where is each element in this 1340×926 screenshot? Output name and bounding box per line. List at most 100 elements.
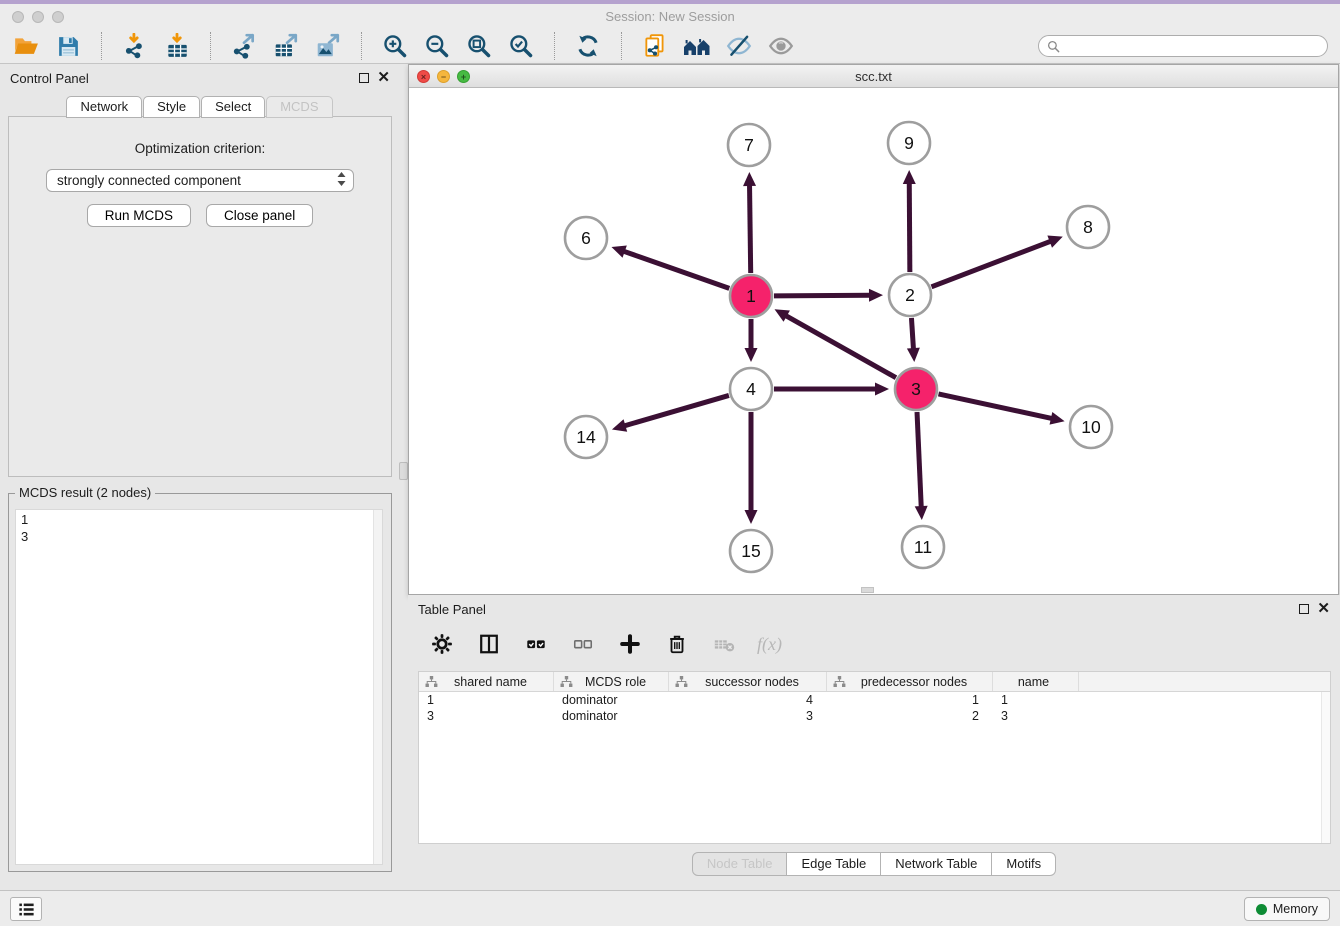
edge-arrowhead xyxy=(915,506,928,520)
graph-node-label: 11 xyxy=(914,537,932,557)
task-history-button[interactable] xyxy=(10,897,42,921)
search-field[interactable] xyxy=(1038,35,1328,57)
show-all-icon[interactable] xyxy=(767,32,795,60)
column-header[interactable]: name xyxy=(993,672,1079,691)
tab-network[interactable]: Network xyxy=(66,96,142,118)
edge-3-11[interactable] xyxy=(917,412,921,508)
tab-style[interactable]: Style xyxy=(143,96,200,118)
split-table-icon[interactable] xyxy=(475,630,503,658)
search-input[interactable] xyxy=(1065,38,1319,54)
column-header[interactable]: successor nodes xyxy=(669,672,827,691)
toolbar-separator xyxy=(554,32,555,60)
table-cell[interactable]: 3 xyxy=(993,709,1079,723)
edge-1-6[interactable] xyxy=(623,251,730,288)
first-neighbors-icon[interactable] xyxy=(683,32,711,60)
delete-table-icon[interactable] xyxy=(663,630,691,658)
table-cell[interactable]: 3 xyxy=(669,709,827,723)
select-all-icon[interactable] xyxy=(522,630,550,658)
column-header[interactable]: MCDS role xyxy=(554,672,669,691)
tab-network-table[interactable]: Network Table xyxy=(881,852,992,876)
delete-column-icon xyxy=(710,630,738,658)
network-minimize-icon[interactable]: − xyxy=(437,70,450,83)
horizontal-split-handle[interactable] xyxy=(861,587,874,593)
add-column-icon[interactable] xyxy=(616,630,644,658)
zoom-in-icon[interactable] xyxy=(381,32,409,60)
float-panel-icon[interactable] xyxy=(359,73,369,83)
attribute-tree-icon xyxy=(425,676,438,688)
tab-mcds[interactable]: MCDS xyxy=(266,96,332,118)
export-image-icon[interactable] xyxy=(314,32,342,60)
refresh-icon[interactable] xyxy=(574,32,602,60)
table-cell[interactable]: dominator xyxy=(554,709,669,723)
network-close-icon[interactable]: × xyxy=(417,70,430,83)
close-panel-icon[interactable]: ✕ xyxy=(377,73,390,83)
tab-node-table[interactable]: Node Table xyxy=(692,852,788,876)
edge-2-3[interactable] xyxy=(911,318,913,350)
unselect-all-icon[interactable] xyxy=(569,630,597,658)
network-zoom-icon[interactable]: + xyxy=(457,70,470,83)
network-window-titlebar[interactable]: × − + scc.txt xyxy=(409,65,1338,88)
table-cell[interactable]: 1 xyxy=(827,693,993,707)
tab-motifs[interactable]: Motifs xyxy=(992,852,1056,876)
table-scrollbar[interactable] xyxy=(1321,692,1330,843)
save-session-icon[interactable] xyxy=(54,32,82,60)
table-cell[interactable]: 3 xyxy=(419,709,554,723)
zoom-selected-icon[interactable] xyxy=(507,32,535,60)
split-divider-handle[interactable] xyxy=(399,462,408,480)
export-network-icon[interactable] xyxy=(230,32,258,60)
mcds-result-area[interactable]: 1 3 xyxy=(15,509,383,865)
main-toolbar xyxy=(0,29,1340,64)
edge-2-9[interactable] xyxy=(909,182,910,272)
export-table-icon[interactable] xyxy=(272,32,300,60)
table-row[interactable]: 1dominator411 xyxy=(419,692,1330,708)
table-cell[interactable]: 2 xyxy=(827,709,993,723)
open-session-icon[interactable] xyxy=(12,32,40,60)
optimization-criterion-label: Optimization criterion: xyxy=(9,141,391,156)
hide-selected-icon[interactable] xyxy=(725,32,753,60)
graph-node-label: 8 xyxy=(1083,217,1093,237)
result-scrollbar[interactable] xyxy=(373,510,382,864)
table-row[interactable]: 3dominator323 xyxy=(419,708,1330,724)
table-settings-icon[interactable] xyxy=(428,630,456,658)
zoom-fit-icon[interactable] xyxy=(465,32,493,60)
clone-network-icon[interactable] xyxy=(641,32,669,60)
table-cell[interactable]: 1 xyxy=(993,693,1079,707)
application-window: Session: New Session xyxy=(0,0,1340,926)
column-header[interactable]: shared name xyxy=(419,672,554,691)
network-view-window: × − + scc.txt 7968124314101511 xyxy=(408,64,1339,595)
edge-4-14[interactable] xyxy=(623,395,728,426)
graph-node-label: 4 xyxy=(746,379,756,399)
table-cell[interactable]: 4 xyxy=(669,693,827,707)
table-cell[interactable]: 1 xyxy=(419,693,554,707)
zoom-out-icon[interactable] xyxy=(423,32,451,60)
graph-node-label: 15 xyxy=(741,541,760,561)
float-table-panel-icon[interactable] xyxy=(1299,604,1309,614)
window-title: Session: New Session xyxy=(0,9,1340,24)
attribute-tree-icon xyxy=(833,676,846,688)
graph-node-label: 14 xyxy=(576,427,596,447)
network-canvas[interactable]: 7968124314101511 xyxy=(409,88,1338,594)
status-bar: Memory xyxy=(0,890,1340,926)
import-network-icon[interactable] xyxy=(121,32,149,60)
tab-edge-table[interactable]: Edge Table xyxy=(787,852,881,876)
edge-arrowhead xyxy=(611,245,626,257)
edge-3-1[interactable] xyxy=(785,315,896,378)
table-cell[interactable]: dominator xyxy=(554,693,669,707)
edge-3-10[interactable] xyxy=(938,394,1052,419)
tab-select[interactable]: Select xyxy=(201,96,265,118)
table-toolbar: f(x) xyxy=(416,622,1332,666)
edge-arrowhead xyxy=(612,419,627,431)
import-table-icon[interactable] xyxy=(163,32,191,60)
graph-node-label: 6 xyxy=(581,228,591,248)
memory-button[interactable]: Memory xyxy=(1244,897,1330,921)
edge-2-8[interactable] xyxy=(931,241,1051,287)
dropdown-chevrons-icon xyxy=(336,171,347,190)
edge-1-2[interactable] xyxy=(774,295,871,296)
edge-1-7[interactable] xyxy=(750,184,751,273)
search-icon xyxy=(1047,40,1060,53)
close-table-panel-icon[interactable]: ✕ xyxy=(1317,604,1330,614)
close-panel-button[interactable]: Close panel xyxy=(206,204,313,227)
column-header[interactable]: predecessor nodes xyxy=(827,672,993,691)
run-mcds-button[interactable]: Run MCDS xyxy=(87,204,191,227)
criterion-dropdown[interactable]: strongly connected component xyxy=(46,169,354,192)
